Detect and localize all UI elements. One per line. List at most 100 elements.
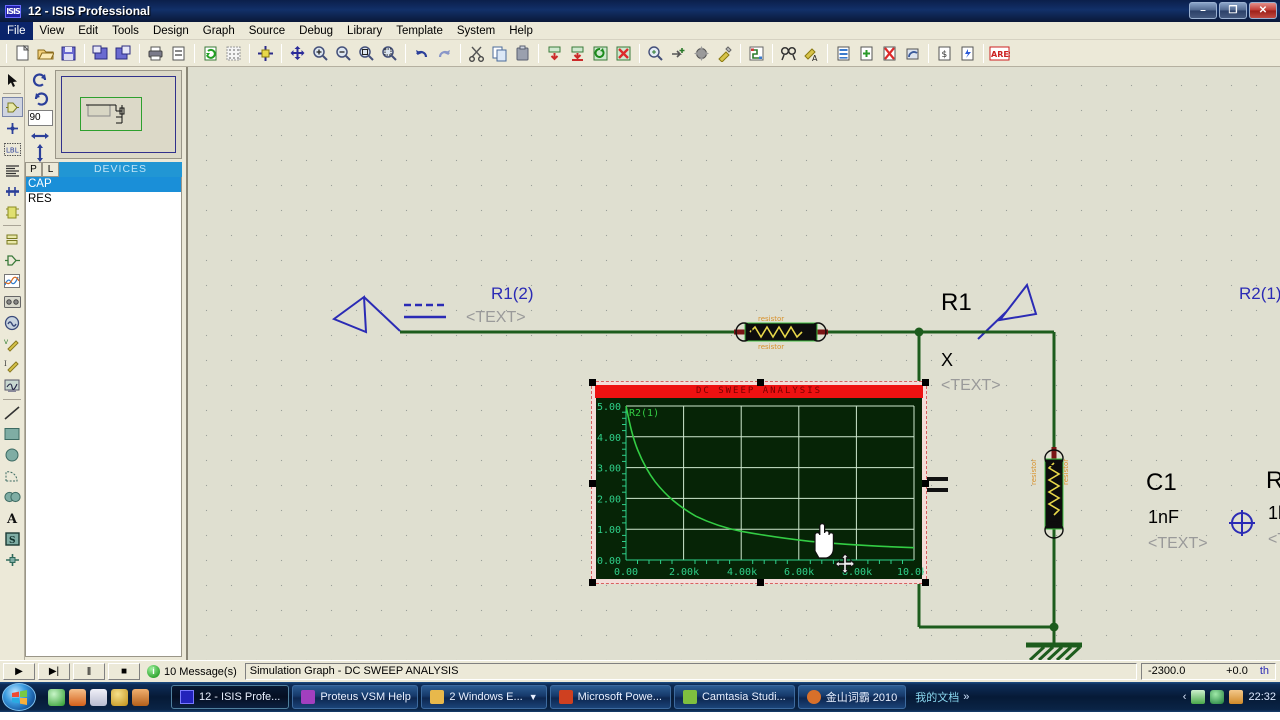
tray-security-icon[interactable] — [1210, 690, 1225, 704]
origin-icon[interactable] — [255, 43, 276, 64]
menu-item-view[interactable]: View — [33, 22, 72, 40]
menu-item-library[interactable]: Library — [340, 22, 389, 40]
chevron-down-icon[interactable]: ▼ — [529, 692, 538, 702]
rotate-clockwise-icon[interactable] — [28, 71, 52, 90]
terminals-icon[interactable] — [2, 229, 23, 249]
devices-column-l[interactable]: L — [42, 162, 59, 177]
arc-tool-icon[interactable] — [2, 466, 23, 486]
rotation-angle-field[interactable]: 90 — [27, 110, 53, 126]
preview-pane[interactable] — [55, 70, 182, 159]
menu-item-tools[interactable]: Tools — [105, 22, 146, 40]
quicklaunch-green-icon[interactable] — [48, 688, 65, 706]
line-tool-icon[interactable] — [2, 403, 23, 423]
menu-item-design[interactable]: Design — [146, 22, 196, 40]
new-file-icon[interactable] — [12, 43, 33, 64]
search-tag-icon[interactable] — [778, 43, 799, 64]
menu-item-source[interactable]: Source — [242, 22, 292, 40]
paste-icon[interactable] — [512, 43, 533, 64]
zoom-in-icon[interactable] — [310, 43, 331, 64]
selection-mode-icon[interactable] — [2, 70, 23, 90]
quicklaunch-orange-icon[interactable] — [69, 688, 86, 706]
wire-label-icon[interactable]: LBL — [2, 139, 23, 159]
simulation-graph[interactable]: DC SWEEP ANALYSIS 5.00 4.00 3.00 2.00 1.… — [589, 379, 929, 586]
graph-resize-handle[interactable] — [922, 579, 929, 586]
simulation-stop-button[interactable]: ■ — [108, 663, 140, 680]
new-sheet-icon[interactable] — [856, 43, 877, 64]
redo-icon[interactable] — [434, 43, 455, 64]
menu-item-debug[interactable]: Debug — [292, 22, 340, 40]
graph-resize-handle[interactable] — [757, 379, 764, 386]
mirror-vertical-icon[interactable] — [28, 143, 52, 163]
menu-item-file[interactable]: File — [0, 21, 33, 40]
tray-network-icon[interactable] — [1191, 690, 1206, 704]
copy-icon[interactable] — [489, 43, 510, 64]
subcircuit-icon[interactable] — [2, 202, 23, 222]
packaging-tool-icon[interactable] — [691, 43, 712, 64]
tray-expand-chevron-icon[interactable]: ‹ — [1183, 691, 1187, 703]
open-folder-icon[interactable] — [35, 43, 56, 64]
print-area-icon[interactable] — [168, 43, 189, 64]
menu-item-help[interactable]: Help — [502, 22, 540, 40]
design-explorer-icon[interactable] — [833, 43, 854, 64]
rotate-anticlockwise-icon[interactable] — [28, 90, 52, 109]
text-tool-icon[interactable]: A — [2, 508, 23, 528]
property-assignment-icon[interactable]: A — [801, 43, 822, 64]
circle-tool-icon[interactable] — [2, 445, 23, 465]
save-icon[interactable] — [58, 43, 79, 64]
remove-sheet-icon[interactable] — [879, 43, 900, 64]
make-device-icon[interactable] — [668, 43, 689, 64]
taskbar-item-isis[interactable]: 12 - ISIS Profe... — [171, 685, 290, 709]
electrical-rules-icon[interactable] — [957, 43, 978, 64]
refresh-display-icon[interactable] — [200, 43, 221, 64]
graph-resize-handle[interactable] — [922, 379, 929, 386]
junction-dot-icon[interactable] — [2, 118, 23, 138]
menu-item-edit[interactable]: Edit — [71, 22, 105, 40]
graph-mode-icon[interactable] — [2, 271, 23, 291]
buses-icon[interactable] — [2, 181, 23, 201]
zoom-area-icon[interactable] — [379, 43, 400, 64]
block-copy-icon[interactable] — [544, 43, 565, 64]
symbol-tool-icon[interactable]: S — [2, 529, 23, 549]
export-section-icon[interactable] — [113, 43, 134, 64]
text-script-icon[interactable] — [2, 160, 23, 180]
component-mode-icon[interactable] — [1, 97, 23, 117]
device-pin-icon[interactable] — [2, 250, 23, 270]
devices-column-p[interactable]: P — [25, 162, 42, 177]
message-indicator[interactable]: i 10 Message(s) — [147, 665, 237, 678]
overflow-chevron-icon[interactable]: » — [963, 691, 969, 703]
undo-icon[interactable] — [411, 43, 432, 64]
quicklaunch-yellow-icon[interactable] — [111, 688, 128, 706]
restore-button[interactable]: ❐ — [1219, 2, 1247, 19]
marker-tool-icon[interactable] — [2, 550, 23, 570]
taskbar-item-kingsoft[interactable]: 金山词霸 2010 — [797, 685, 907, 709]
devices-list[interactable]: CAP RES — [25, 177, 182, 657]
schematic-canvas[interactable]: resistor resistor resistor resistor R1(2… — [187, 67, 1280, 660]
graph-resize-handle[interactable] — [589, 480, 596, 487]
taskbar-clock[interactable]: 22:32 — [1248, 691, 1276, 703]
voltage-probe-icon[interactable]: V — [2, 334, 23, 354]
graph-resize-handle[interactable] — [757, 579, 764, 586]
tape-recorder-icon[interactable] — [2, 292, 23, 312]
zoom-out-icon[interactable] — [333, 43, 354, 64]
toggle-grid-icon[interactable] — [223, 43, 244, 64]
simulation-pause-button[interactable]: ‖ — [73, 663, 105, 680]
exit-sheet-icon[interactable] — [902, 43, 923, 64]
menu-item-graph[interactable]: Graph — [196, 22, 242, 40]
graph-resize-handle[interactable] — [589, 379, 596, 386]
cut-icon[interactable] — [466, 43, 487, 64]
close-button[interactable]: ✕ — [1249, 2, 1277, 19]
minimize-button[interactable]: – — [1189, 2, 1217, 19]
pan-icon[interactable] — [287, 43, 308, 64]
virtual-instrument-icon[interactable] — [2, 376, 23, 396]
menu-item-template[interactable]: Template — [389, 22, 450, 40]
mirror-horizontal-icon[interactable] — [28, 129, 52, 143]
taskbar-item-windows-explorer[interactable]: 2 Windows E... 2 Windows E... ▼ — [421, 685, 547, 709]
windows-start-icon[interactable] — [2, 683, 36, 711]
block-rotate-icon[interactable] — [590, 43, 611, 64]
import-section-icon[interactable] — [90, 43, 111, 64]
menu-item-system[interactable]: System — [450, 22, 502, 40]
generator-icon[interactable] — [2, 313, 23, 333]
quicklaunch-search-icon[interactable] — [90, 688, 107, 706]
decompose-icon[interactable] — [714, 43, 735, 64]
taskbar-item-proteus-help[interactable]: Proteus VSM Help — [292, 685, 419, 709]
